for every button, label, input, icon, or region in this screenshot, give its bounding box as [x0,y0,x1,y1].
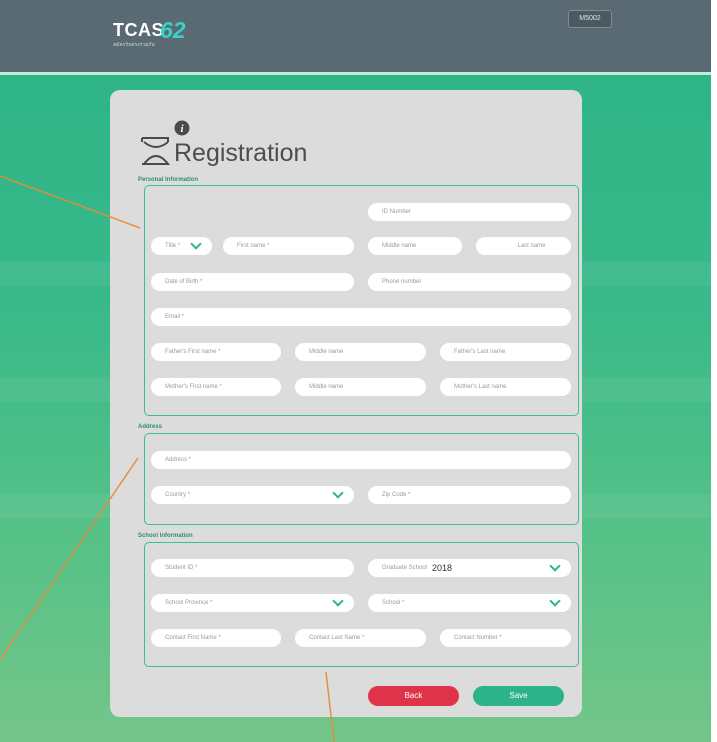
zip-code-input[interactable]: Zip Code * [368,486,571,504]
contact-last-name-input[interactable]: Contact Last Name * [295,629,426,647]
student-id-input[interactable]: Student ID * [151,559,354,577]
chevron-down-icon [190,238,202,250]
user-code-button[interactable]: M5002 [568,10,612,28]
email-input[interactable]: Email * [151,308,571,326]
father-middle-name-input[interactable]: Middle name [295,343,426,361]
first-name-input[interactable]: First name * [223,237,354,255]
mother-first-name-input[interactable]: Mother's First name * [151,378,281,396]
title-select-label: Title * [165,243,181,249]
graduate-school-select[interactable]: Graduate School 2018 [368,559,571,577]
contact-number-input[interactable]: Contact Number * [440,629,571,647]
section-label-school: School Information [138,533,193,539]
chevron-down-icon [332,595,344,607]
middle-name-input[interactable]: Middle name [368,237,462,255]
dob-input[interactable]: Date of Birth * [151,273,354,291]
chevron-down-icon [332,487,344,499]
school-province-label: School Province * [165,600,213,606]
father-last-name-input[interactable]: Father's Last name [440,343,571,361]
address-section [144,433,579,525]
country-select-label: Country * [165,492,191,498]
school-province-select[interactable]: School Province * [151,594,354,612]
title-select[interactable]: Title * [151,237,212,255]
back-button[interactable]: Back [368,686,459,706]
mother-last-name-input[interactable]: Mother's Last name [440,378,571,396]
school-select-label: School * [382,600,405,606]
contact-first-name-input[interactable]: Contact First Name * [151,629,281,647]
section-label-address: Address [138,424,163,430]
logo-number: 62 [160,17,186,43]
id-number-input[interactable]: ID Number [368,203,571,221]
country-select[interactable]: Country * [151,486,354,504]
phone-input[interactable]: Phone number [368,273,571,291]
section-label-personal: Personal Information [138,177,199,183]
last-name-input[interactable]: Last name [476,237,571,255]
chevron-down-icon [549,595,561,607]
page-title: Registration [174,139,308,167]
save-button[interactable]: Save [473,686,564,706]
mother-middle-name-input[interactable]: Middle name [295,378,426,396]
chevron-down-icon [549,560,561,572]
school-select[interactable]: School * [368,594,571,612]
logo-text: TCAS [113,20,164,40]
father-first-name-input[interactable]: Father's First name * [151,343,281,361]
top-bar: TCAS 62 สมัครรับตรงร่วมกัน M5002 [0,0,711,75]
graduate-year-value: 2018 [432,563,453,573]
graduate-school-label: Graduate School [382,565,428,571]
address-input[interactable]: Address * [151,451,571,469]
logo-subtitle: สมัครรับตรงร่วมกัน [113,42,155,48]
